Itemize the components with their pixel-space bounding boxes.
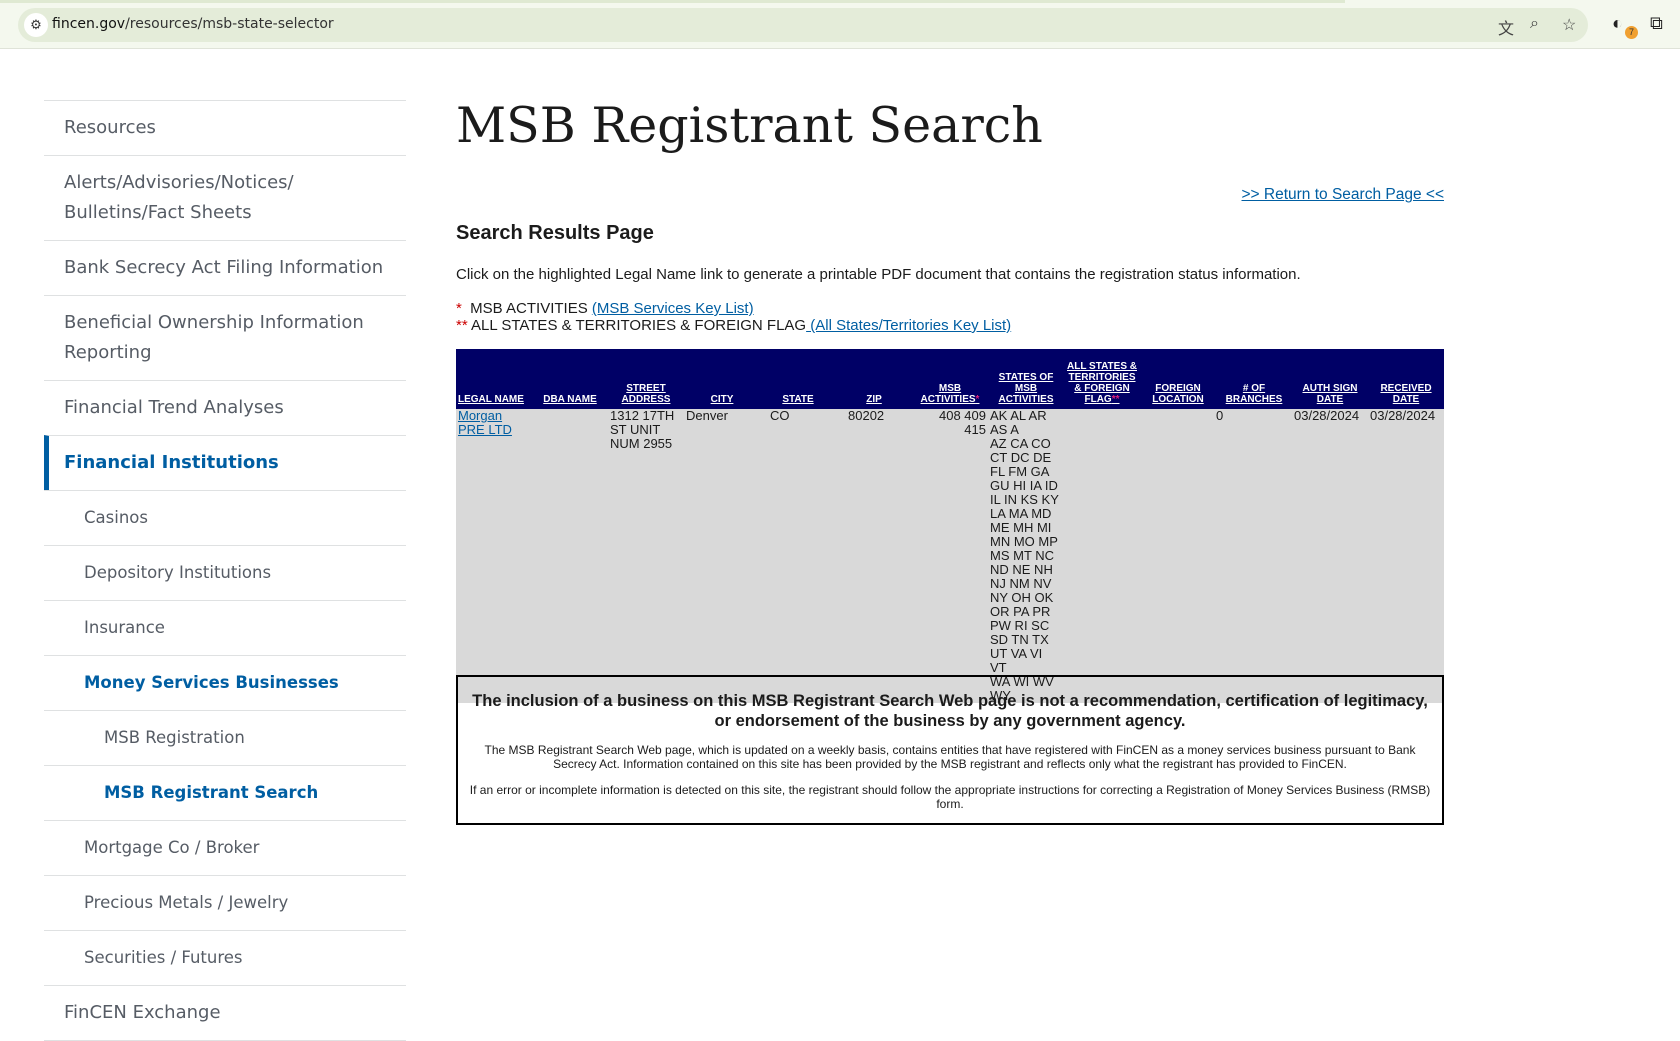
col-msb-activities[interactable]: MSB ACTIVITIES* [912, 349, 988, 409]
col-street-address[interactable]: STREET ADDRESS [608, 349, 684, 409]
url-text[interactable]: fincen.gov/resources/msb-state-selector [52, 16, 334, 32]
col-all-states-flag[interactable]: ALL STATES & TERRITORIES & FOREIGN FLAG*… [1064, 349, 1140, 409]
sidebar-item-financial-trend-analyses[interactable]: Financial Trend Analyses [44, 380, 406, 435]
cell-auth-sign-date: 03/28/2024 [1292, 409, 1368, 703]
disclaimer-heading: The inclusion of a business on this MSB … [472, 692, 1428, 730]
sidebar-nav: Resources Alerts/Advisories/Notices/ Bull… [44, 100, 406, 1041]
sidebar-item-alerts-advisories-notices-bulletins-fact-sheets[interactable]: Alerts/Advisories/Notices/ Bulletins/Fac… [44, 155, 406, 240]
sidebar-item-depository-institutions[interactable]: Depository Institutions [44, 545, 406, 600]
return-to-search-link[interactable]: >> Return to Search Page << [1242, 186, 1445, 204]
address-bar[interactable]: ⚙ fincen.gov/resources/msb-state-selecto… [18, 8, 1588, 42]
disclaimer-paragraph: If an error or incomplete information is… [469, 783, 1431, 811]
col-city[interactable]: CITY [684, 349, 760, 409]
col-state[interactable]: STATE [760, 349, 836, 409]
translate-icon[interactable]: 文 [1498, 15, 1514, 39]
cell-dba-name [532, 409, 608, 703]
key1-label: MSB ACTIVITIES [461, 300, 592, 317]
cell-activities: 408 409 415 [912, 409, 988, 703]
sidebar-item-insurance[interactable]: Insurance [44, 600, 406, 655]
sidebar-item-resources[interactable]: Resources [44, 100, 406, 155]
results-heading: Search Results Page [456, 222, 654, 244]
sidebar-item-financial-institutions[interactable]: Financial Institutions [44, 435, 406, 490]
site-info-icon[interactable]: ⚙ [24, 13, 48, 37]
cell-street: 1312 17TH ST UNIT NUM 2955 [608, 409, 684, 703]
sidebar-item-securities-futures[interactable]: Securities / Futures [44, 930, 406, 985]
url-domain: fincen.gov [52, 16, 126, 32]
required-star: ** [456, 317, 468, 334]
cell-city: Denver [684, 409, 760, 703]
col-zip[interactable]: ZIP [836, 349, 912, 409]
bookmark-star-icon[interactable]: ☆ [1562, 15, 1576, 35]
sidebar-item-casinos[interactable]: Casinos [44, 490, 406, 545]
msb-services-key-link[interactable]: (MSB Services Key List) [592, 300, 754, 317]
sidebar-item-bank-secrecy-act-filing-information[interactable]: Bank Secrecy Act Filing Information [44, 240, 406, 295]
cell-all-states [1064, 409, 1140, 703]
cell-legal-name: Morgan PRE LTD [456, 409, 532, 703]
table-row: Morgan PRE LTD 1312 17TH ST UNIT NUM 295… [456, 409, 1444, 703]
extensions-puzzle-icon[interactable]: ⧉ [1650, 13, 1663, 34]
key2-label: ALL STATES & TERRITORIES & FOREIGN FLAG [467, 317, 807, 334]
extension-badge: 7 [1625, 26, 1638, 39]
disclaimer-box: The inclusion of a business on this MSB … [456, 675, 1444, 825]
col-foreign-location[interactable]: FOREIGN LOCATION [1140, 349, 1216, 409]
col-legal-name[interactable]: LEGAL NAME [456, 349, 532, 409]
cell-branches: 0 [1216, 409, 1292, 703]
main-content: MSB Registrant Search >> Return to Searc… [456, 96, 1444, 825]
sidebar-item-fincen-exchange[interactable]: FinCEN Exchange [44, 985, 406, 1040]
key-legend: * MSB ACTIVITIES (MSB Services Key List)… [456, 300, 1011, 334]
disclaimer-paragraph: The MSB Registrant Search Web page, whic… [484, 743, 1416, 771]
sidebar-item-precious-metals-jewelry[interactable]: Precious Metals / Jewelry [44, 875, 406, 930]
page-load-progress [0, 0, 1345, 3]
col-received-date[interactable]: RECEIVED DATE [1368, 349, 1444, 409]
url-path: /resources/msb-state-selector [125, 16, 334, 32]
cell-received-date: 03/28/2024 [1368, 409, 1444, 703]
cell-states: AK AL AR AS A AZ CA CO CT DC DE FL FM GA… [988, 409, 1064, 703]
col-auth-sign-date[interactable]: AUTH SIGN DATE [1292, 349, 1368, 409]
extension-icon[interactable]: ◐ [1612, 13, 1623, 34]
col-dba-name[interactable]: DBA NAME [532, 349, 608, 409]
browser-toolbar: ⚙ fincen.gov/resources/msb-state-selecto… [0, 0, 1680, 49]
sidebar-item-mortgage-co-broker[interactable]: Mortgage Co / Broker [44, 820, 406, 875]
sidebar-item-msb-registration[interactable]: MSB Registration [44, 710, 406, 765]
sidebar-item-beneficial-ownership-information-reporting[interactable]: Beneficial Ownership Information Reporti… [44, 295, 406, 380]
legal-name-link[interactable]: Morgan PRE LTD [458, 408, 512, 437]
col-branches[interactable]: # OF BRANCHES [1216, 349, 1292, 409]
results-table: LEGAL NAME DBA NAME STREET ADDRESS CITY … [456, 349, 1444, 703]
all-states-key-link[interactable]: (All States/Territories Key List) [806, 317, 1011, 334]
instructions-text: Click on the highlighted Legal Name link… [456, 266, 1301, 283]
col-states-of-activities[interactable]: STATES OF MSB ACTIVITIES [988, 349, 1064, 409]
zoom-icon[interactable]: ⌕ [1530, 15, 1539, 33]
sidebar-item-money-services-businesses[interactable]: Money Services Businesses [44, 655, 406, 710]
cell-state: CO [760, 409, 836, 703]
cell-foreign-location [1140, 409, 1216, 703]
cell-zip: 80202 [836, 409, 912, 703]
sidebar-item-msb-registrant-search[interactable]: MSB Registrant Search [44, 765, 406, 820]
page-title: MSB Registrant Search [456, 97, 1043, 154]
